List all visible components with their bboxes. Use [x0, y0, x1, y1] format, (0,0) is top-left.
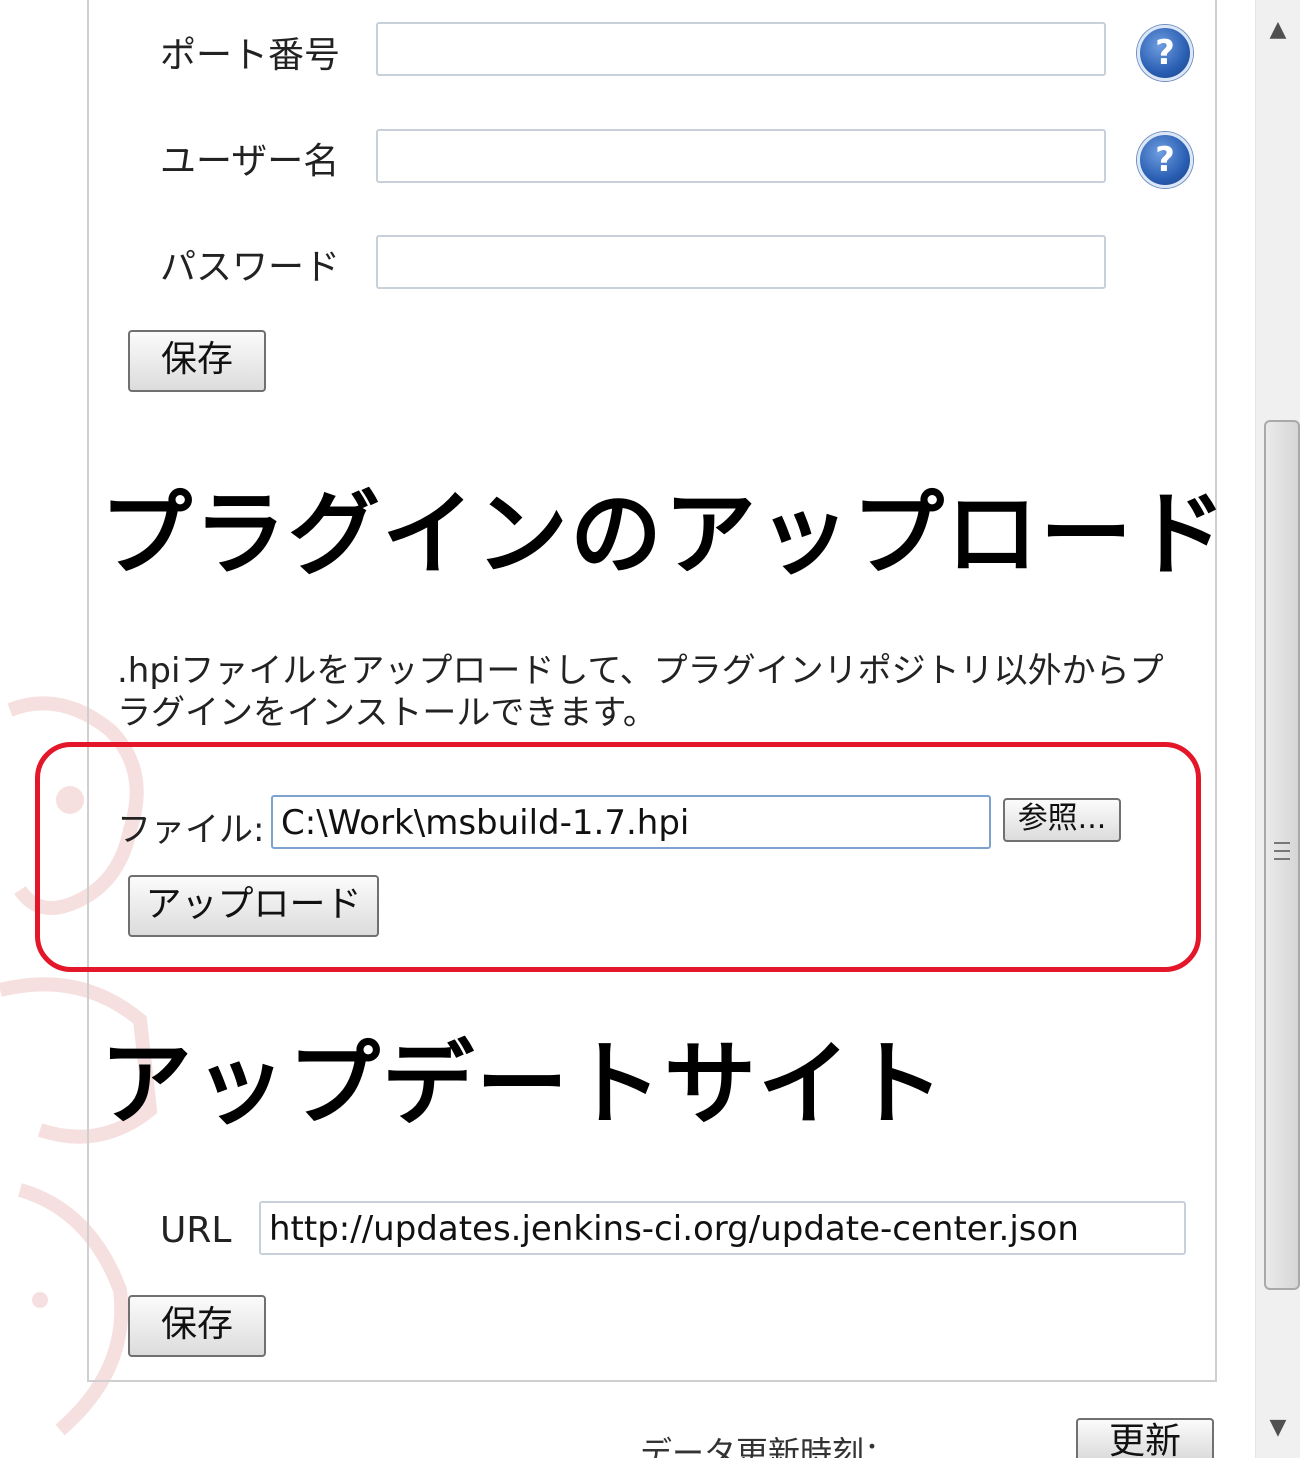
- password-label: パスワード: [160, 247, 341, 288]
- username-input[interactable]: [376, 129, 1106, 183]
- update-site-heading: アップデートサイト: [100, 1031, 947, 1138]
- file-label: ファイル:: [117, 810, 265, 850]
- url-label: URL: [160, 1210, 232, 1251]
- url-input[interactable]: http://updates.jenkins-ci.org/update-cen…: [259, 1201, 1186, 1255]
- grip-line-icon: [1274, 858, 1290, 860]
- port-label: ポート番号: [160, 35, 341, 76]
- grip-line-icon: [1274, 842, 1290, 844]
- password-input[interactable]: [376, 235, 1106, 289]
- update-site-save-button[interactable]: 保存: [128, 1295, 266, 1357]
- upload-description: .hpiファイルをアップロードして、プラグインリポジトリ以外からプラグインをイン…: [117, 651, 1164, 733]
- highlight-box: [35, 742, 1201, 972]
- browse-button[interactable]: 参照...: [1003, 798, 1121, 842]
- proxy-save-button[interactable]: 保存: [128, 330, 266, 392]
- port-input[interactable]: [376, 22, 1106, 76]
- scroll-thumb[interactable]: [1264, 420, 1300, 1290]
- upload-button[interactable]: アップロード: [128, 875, 379, 937]
- vertical-scrollbar[interactable]: ▲ ▼: [1255, 0, 1300, 1458]
- username-label: ユーザー名: [160, 141, 340, 182]
- last-updated-text: データ更新時刻：...: [640, 1434, 927, 1458]
- upload-heading: プラグインのアップロード: [100, 481, 1229, 588]
- refresh-button[interactable]: 更新: [1076, 1418, 1214, 1458]
- scroll-up-icon[interactable]: ▲: [1256, 8, 1300, 52]
- grip-line-icon: [1274, 850, 1290, 852]
- scroll-down-icon[interactable]: ▼: [1256, 1406, 1300, 1450]
- file-input[interactable]: C:\Work\msbuild-1.7.hpi: [271, 795, 991, 849]
- username-help-icon[interactable]: ?: [1137, 132, 1193, 188]
- port-help-icon[interactable]: ?: [1137, 25, 1193, 81]
